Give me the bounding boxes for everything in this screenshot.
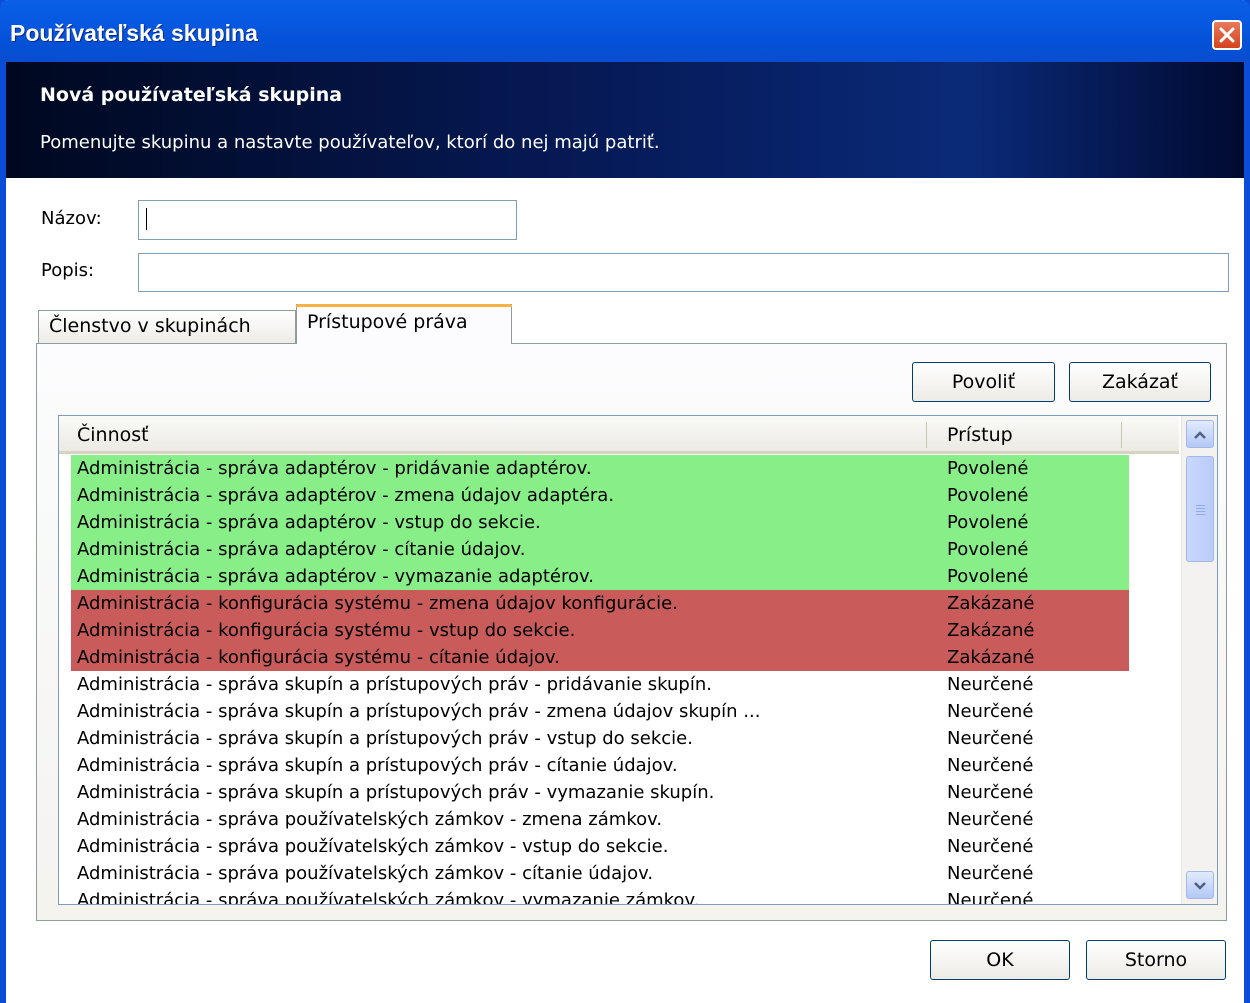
table-row[interactable]: Administrácia - správa adaptérov - vymaz… (71, 563, 1129, 590)
column-divider[interactable] (1121, 422, 1122, 448)
description-label: Popis: (41, 260, 95, 281)
access-cell: Povolené (947, 512, 1029, 533)
activity-cell: Administrácia - správa používatelských z… (77, 836, 669, 857)
allow-button[interactable]: Povoliť (912, 362, 1055, 402)
table-row[interactable]: Administrácia - konfigurácia systému - z… (71, 590, 1129, 617)
tab-access-rights[interactable]: Prístupové práva (296, 304, 512, 344)
close-button[interactable] (1212, 20, 1242, 50)
access-cell: Neurčené (947, 755, 1034, 776)
activity-cell: Administrácia - správa adaptérov - cítan… (77, 539, 526, 560)
name-label: Názov: (41, 208, 102, 229)
access-cell: Povolené (947, 566, 1029, 587)
scroll-down-button[interactable] (1186, 871, 1214, 899)
activity-cell: Administrácia - správa skupín a prístupo… (77, 755, 678, 776)
access-cell: Neurčené (947, 674, 1034, 695)
table-row[interactable]: Administrácia - správa skupín a prístupo… (71, 671, 1129, 698)
access-cell: Neurčené (947, 863, 1034, 884)
table-row[interactable]: Administrácia - správa adaptérov - vstup… (71, 509, 1129, 536)
access-cell: Zakázané (947, 593, 1035, 614)
activity-cell: Administrácia - správa používatelských z… (77, 890, 700, 905)
activity-cell: Administrácia - správa používatelských z… (77, 863, 654, 884)
access-cell: Neurčené (947, 890, 1034, 905)
activity-cell: Administrácia - správa adaptérov - zmena… (77, 485, 615, 506)
access-cell: Povolené (947, 539, 1029, 560)
access-cell: Neurčené (947, 782, 1034, 803)
scroll-thumb[interactable] (1186, 456, 1214, 562)
activity-cell: Administrácia - správa adaptérov - pridá… (77, 458, 592, 479)
column-divider[interactable] (926, 422, 927, 448)
dialog-header: Nová používateľská skupina Pomenujte sku… (6, 62, 1244, 178)
chevron-up-icon (1193, 425, 1207, 444)
table-row[interactable]: Administrácia - správa skupín a prístupo… (71, 752, 1129, 779)
activity-cell: Administrácia - správa skupín a prístupo… (77, 728, 693, 749)
activity-cell: Administrácia - správa skupín a prístupo… (77, 701, 761, 722)
activity-cell: Administrácia - správa skupín a prístupo… (77, 782, 715, 803)
window-title: Používateľská skupina (10, 20, 258, 46)
table-row[interactable]: Administrácia - správa skupín a prístupo… (71, 725, 1129, 752)
access-cell: Zakázané (947, 647, 1035, 668)
column-header-activity[interactable]: Činnosť (77, 424, 149, 446)
activity-cell: Administrácia - správa používatelských z… (77, 809, 663, 830)
dialog-window: Používateľská skupina Nová používateľská… (0, 0, 1250, 1003)
ok-button[interactable]: OK (930, 940, 1070, 980)
tab-group-membership[interactable]: Členstvo v skupinách (38, 310, 296, 344)
cancel-button[interactable]: Storno (1086, 940, 1226, 980)
activity-cell: Administrácia - konfigurácia systému - c… (77, 647, 561, 668)
scroll-up-button[interactable] (1186, 420, 1214, 448)
table-row[interactable]: Administrácia - správa používatelských z… (71, 860, 1129, 887)
title-bar[interactable]: Používateľská skupina (0, 0, 1250, 62)
access-rights-list[interactable]: Činnosť Prístup Administrácia - správa a… (58, 415, 1218, 905)
activity-cell: Administrácia - správa adaptérov - vstup… (77, 512, 541, 533)
list-rows: Administrácia - správa adaptérov - pridá… (71, 455, 1129, 905)
text-caret (146, 208, 147, 230)
table-row[interactable]: Administrácia - správa používatelských z… (71, 833, 1129, 860)
access-cell: Neurčené (947, 701, 1034, 722)
description-input[interactable] (138, 253, 1229, 292)
access-cell: Zakázané (947, 620, 1035, 641)
table-row[interactable]: Administrácia - konfigurácia systému - c… (71, 644, 1129, 671)
header-subtitle: Pomenujte skupinu a nastavte používateľo… (40, 132, 660, 153)
access-cell: Neurčené (947, 728, 1034, 749)
activity-cell: Administrácia - správa skupín a prístupo… (77, 674, 712, 695)
table-row[interactable]: Administrácia - správa adaptérov - pridá… (71, 455, 1129, 482)
list-header: Činnosť Prístup (59, 416, 1179, 454)
table-row[interactable]: Administrácia - správa skupín a prístupo… (71, 779, 1129, 806)
table-row[interactable]: Administrácia - správa adaptérov - zmena… (71, 482, 1129, 509)
access-cell: Povolené (947, 485, 1029, 506)
activity-cell: Administrácia - správa adaptérov - vymaz… (77, 566, 594, 587)
table-row[interactable]: Administrácia - správa adaptérov - cítan… (71, 536, 1129, 563)
header-title: Nová používateľská skupina (40, 84, 343, 106)
access-cell: Neurčené (947, 809, 1034, 830)
access-cell: Neurčené (947, 836, 1034, 857)
table-row[interactable]: Administrácia - správa používatelských z… (71, 806, 1129, 833)
table-row[interactable]: Administrácia - správa skupín a prístupo… (71, 698, 1129, 725)
table-row[interactable]: Administrácia - konfigurácia systému - v… (71, 617, 1129, 644)
table-row[interactable]: Administrácia - správa používatelských z… (71, 887, 1129, 905)
close-icon (1218, 26, 1236, 44)
name-input[interactable] (138, 200, 517, 240)
access-cell: Povolené (947, 458, 1029, 479)
column-header-access[interactable]: Prístup (947, 424, 1013, 446)
activity-cell: Administrácia - konfigurácia systému - v… (77, 620, 576, 641)
deny-button[interactable]: Zakázať (1069, 362, 1211, 402)
activity-cell: Administrácia - konfigurácia systému - z… (77, 593, 678, 614)
chevron-down-icon (1193, 876, 1207, 895)
vertical-scrollbar[interactable] (1181, 416, 1217, 904)
